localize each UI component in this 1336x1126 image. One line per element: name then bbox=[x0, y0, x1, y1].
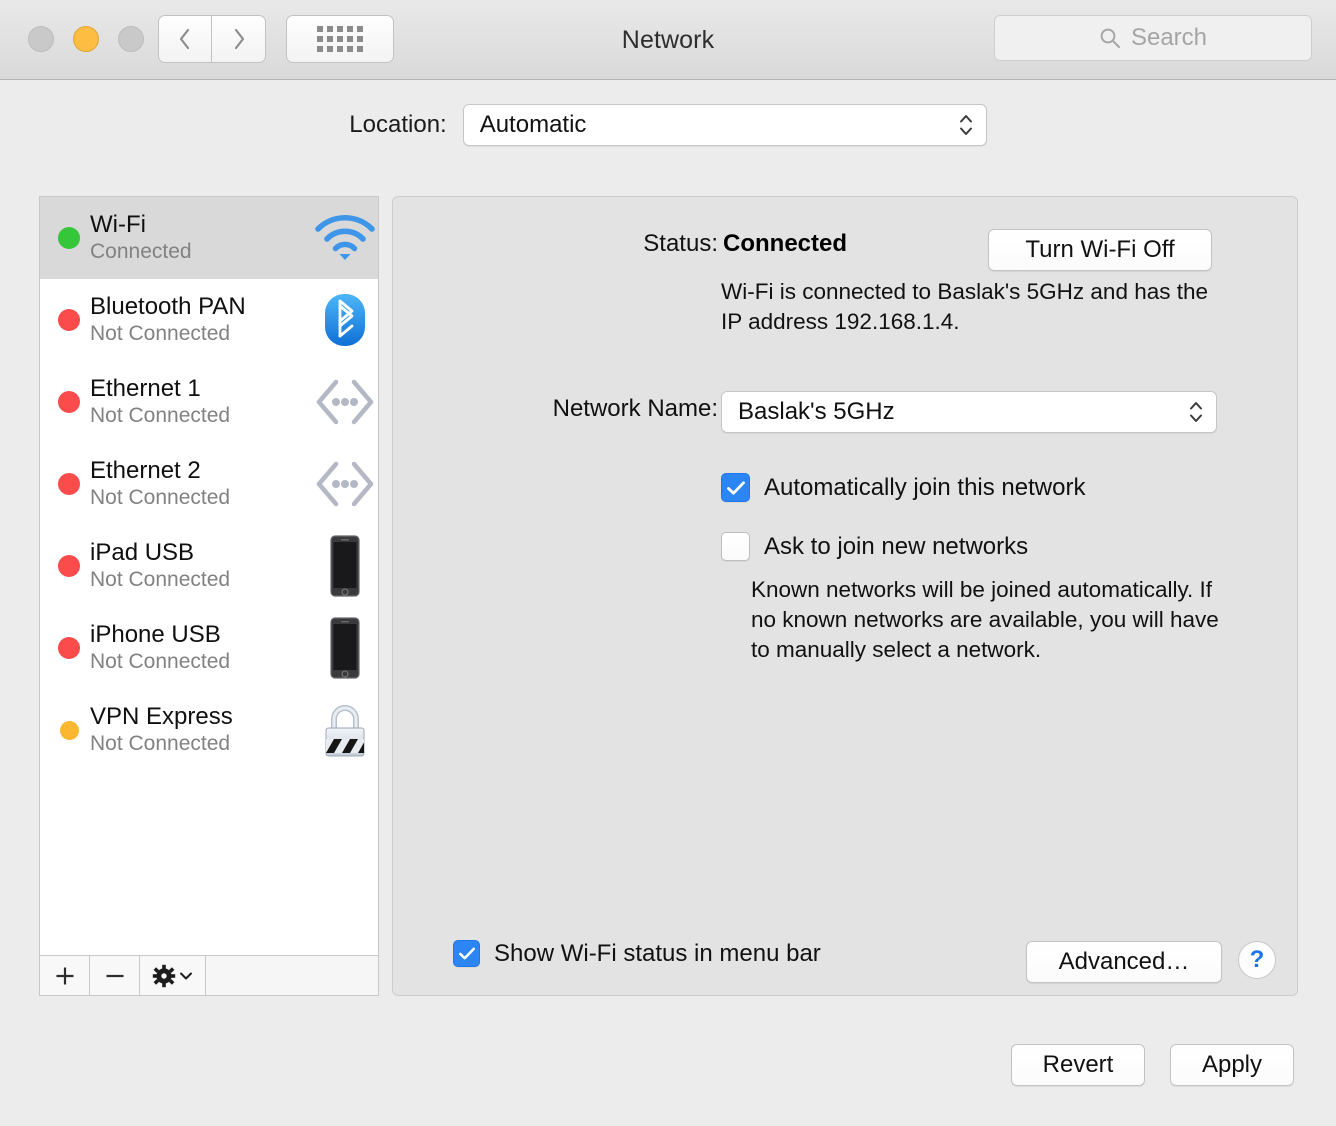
auto-join-label: Automatically join this network bbox=[764, 474, 1086, 501]
ethernet-icon bbox=[312, 377, 378, 427]
network-preferences-window: Network Search Location: Automatic Wi-Fi… bbox=[0, 0, 1336, 1126]
status-label: Status: bbox=[643, 230, 718, 257]
service-status: Connected bbox=[90, 239, 192, 263]
service-name: Wi-Fi bbox=[90, 210, 146, 238]
service-row-ethernet-2[interactable]: Ethernet 2 Not Connected bbox=[40, 443, 378, 525]
apply-button[interactable]: Apply bbox=[1170, 1044, 1294, 1086]
toolbar-filler bbox=[206, 956, 378, 995]
window-titlebar: Network Search bbox=[0, 0, 1336, 80]
service-row-ipad-usb[interactable]: iPad USB Not Connected bbox=[40, 525, 378, 607]
status-value: Connected bbox=[723, 230, 848, 257]
service-status: Not Connected bbox=[90, 485, 231, 509]
status-description: Wi-Fi is connected to Baslak's 5GHz and … bbox=[721, 279, 1209, 334]
remove-service-button[interactable] bbox=[90, 956, 140, 995]
checkmark-icon bbox=[726, 480, 745, 495]
network-service-list[interactable]: Wi-Fi Connected Bluetooth PAN Not Connec… bbox=[39, 196, 379, 956]
search-placeholder: Search bbox=[1130, 24, 1208, 51]
ethernet-icon bbox=[312, 459, 378, 509]
search-input[interactable]: Search bbox=[994, 15, 1312, 61]
service-status: Not Connected bbox=[90, 731, 231, 755]
service-status: Not Connected bbox=[90, 321, 231, 345]
ask-join-label: Ask to join new networks bbox=[764, 533, 1029, 560]
help-button[interactable]: ? bbox=[1238, 941, 1276, 979]
status-dot-pending bbox=[60, 720, 79, 740]
status-dot-disconnected bbox=[58, 309, 80, 331]
padlock-icon bbox=[312, 699, 378, 761]
service-status: Not Connected bbox=[90, 567, 231, 591]
service-action-menu-button[interactable] bbox=[140, 956, 206, 995]
turn-wifi-off-button[interactable]: Turn Wi-Fi Off bbox=[988, 229, 1212, 271]
ipad-icon bbox=[312, 534, 378, 598]
ask-join-subtext: Known networks will be joined automatica… bbox=[751, 577, 1219, 663]
service-name: Ethernet 2 bbox=[90, 456, 201, 484]
location-label: Location: bbox=[349, 111, 447, 138]
menu-bar-checkbox-row[interactable]: Show Wi-Fi status in menu bar bbox=[453, 940, 821, 967]
auto-join-checkbox[interactable] bbox=[721, 473, 750, 502]
status-dot-disconnected bbox=[58, 391, 80, 413]
status-dot-connected bbox=[58, 227, 80, 249]
service-name: iPad USB bbox=[90, 538, 195, 566]
minus-icon bbox=[106, 974, 123, 977]
service-name: iPhone USB bbox=[90, 620, 221, 648]
wifi-detail-pane: Status: Connected Turn Wi-Fi Off Wi-Fi i… bbox=[392, 196, 1298, 996]
service-name: Ethernet 1 bbox=[90, 374, 201, 402]
advanced-button[interactable]: Advanced… bbox=[1026, 941, 1222, 983]
location-value: Automatic bbox=[479, 111, 587, 138]
menu-bar-label: Show Wi-Fi status in menu bar bbox=[494, 940, 821, 967]
ask-join-checkbox-row[interactable]: Ask to join new networks bbox=[721, 532, 1028, 561]
gear-icon bbox=[152, 964, 176, 987]
chevron-down-icon bbox=[180, 972, 192, 979]
ask-join-checkbox[interactable] bbox=[721, 532, 750, 561]
service-status: Not Connected bbox=[90, 649, 231, 673]
service-status: Not Connected bbox=[90, 403, 231, 427]
search-icon bbox=[1100, 28, 1120, 48]
bluetooth-icon bbox=[312, 291, 378, 349]
service-row-bluetooth-pan[interactable]: Bluetooth PAN Not Connected bbox=[40, 279, 378, 361]
service-row-wifi[interactable]: Wi-Fi Connected bbox=[40, 197, 378, 279]
service-row-iphone-usb[interactable]: iPhone USB Not Connected bbox=[40, 607, 378, 689]
service-row-vpn-express[interactable]: VPN Express Not Connected bbox=[40, 689, 378, 771]
service-row-ethernet-1[interactable]: Ethernet 1 Not Connected bbox=[40, 361, 378, 443]
status-dot-disconnected bbox=[58, 637, 80, 659]
revert-button[interactable]: Revert bbox=[1011, 1044, 1145, 1086]
chevron-updown-icon bbox=[1188, 401, 1204, 424]
auto-join-checkbox-row[interactable]: Automatically join this network bbox=[721, 473, 1085, 502]
add-service-button[interactable] bbox=[40, 956, 90, 995]
iphone-icon bbox=[312, 616, 378, 680]
status-dot-disconnected bbox=[58, 555, 80, 577]
network-name-label: Network Name: bbox=[552, 395, 718, 422]
plus-icon bbox=[56, 967, 73, 984]
service-name: Bluetooth PAN bbox=[90, 292, 246, 320]
network-name-popup-button[interactable]: Baslak's 5GHz bbox=[721, 391, 1217, 433]
wifi-icon bbox=[312, 212, 378, 264]
chevron-updown-icon bbox=[958, 114, 974, 137]
service-name: VPN Express bbox=[90, 702, 233, 730]
menu-bar-checkbox[interactable] bbox=[453, 940, 480, 967]
network-name-value: Baslak's 5GHz bbox=[738, 398, 895, 425]
location-row: Location: Automatic bbox=[0, 104, 1336, 146]
checkmark-icon bbox=[458, 947, 475, 960]
location-popup-button[interactable]: Automatic bbox=[462, 104, 987, 146]
status-dot-disconnected bbox=[58, 473, 80, 495]
service-list-toolbar bbox=[39, 956, 379, 996]
